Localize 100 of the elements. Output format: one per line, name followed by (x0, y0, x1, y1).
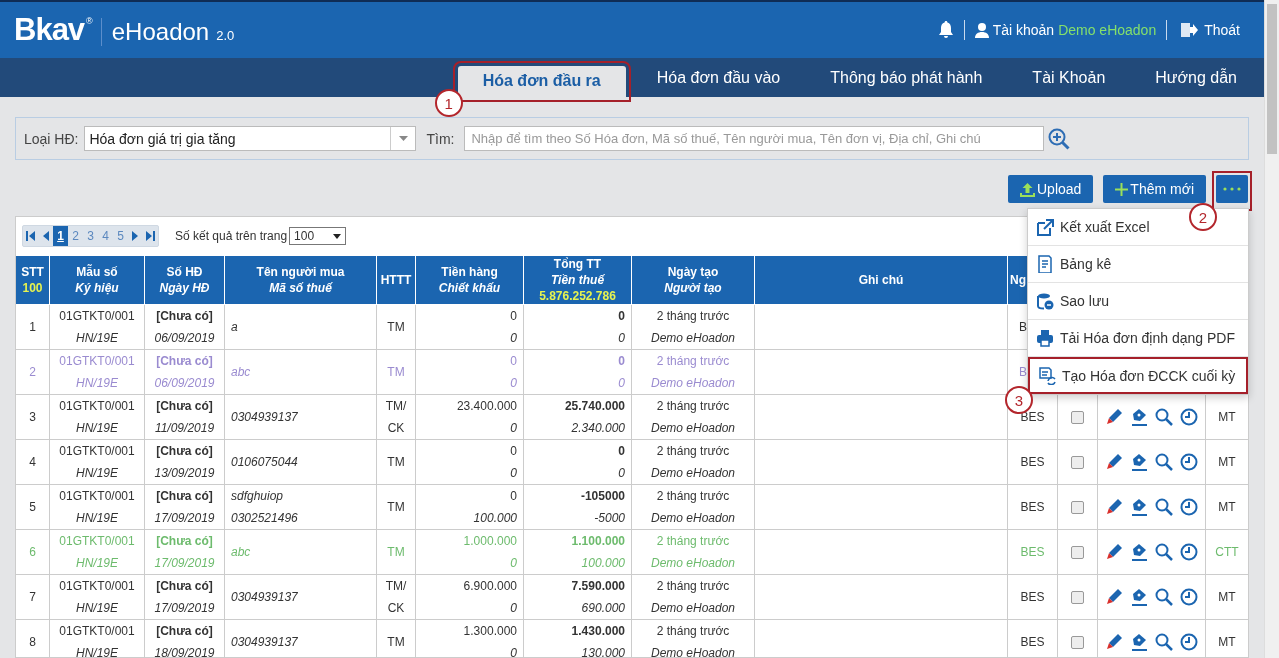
table-cell-text: 0304939137 (231, 409, 299, 426)
document-list-icon (1036, 255, 1054, 273)
product-name: eHoadon (111, 18, 210, 46)
table-cell-text: 690.000 (580, 600, 625, 617)
logout-link[interactable]: Thoát (1181, 22, 1240, 38)
table-cell-text: 01GTKT0/001 (58, 443, 136, 460)
table-cell-text: [Chưa có] (155, 398, 214, 415)
pencil-icon[interactable] (1105, 408, 1123, 426)
search-icon[interactable] (1155, 633, 1173, 651)
table-cell-text: 1.430.000 (570, 623, 625, 640)
table-cell-text: HN/19E (75, 375, 119, 392)
table-cell-text: 18/09/2019 (153, 645, 216, 657)
checkbox[interactable] (1071, 455, 1084, 469)
table-cell-text: HN/19E (75, 555, 119, 572)
column-total: 100 (21, 280, 44, 296)
search-icon[interactable] (1155, 408, 1173, 426)
pencil-icon[interactable] (1105, 498, 1123, 516)
next-page-icon[interactable] (131, 231, 140, 241)
scrollbar-thumb[interactable] (1267, 4, 1277, 154)
clock-icon[interactable] (1180, 498, 1198, 516)
table-cell-text: Demo eHoadon (649, 420, 737, 437)
table-cell-text: Demo eHoadon (649, 555, 737, 572)
table-cell-text: [Chưa có] (155, 578, 214, 595)
column-header: Tên người mua (255, 264, 346, 280)
search-icon[interactable] (1155, 498, 1173, 516)
checkbox[interactable] (1071, 500, 1084, 514)
table-cell-text: 01GTKT0/001 (58, 533, 136, 550)
table-cell-text: TM (386, 499, 406, 516)
bell-icon[interactable] (937, 21, 954, 39)
checkbox[interactable] (1071, 590, 1084, 604)
invoice-type-dropdown[interactable]: Hóa đơn giá trị gia tăng (84, 126, 417, 151)
pen-nib-icon[interactable] (1130, 408, 1148, 426)
table-cell-text: 0 (509, 375, 517, 392)
add-button[interactable]: Thêm mới (1103, 175, 1206, 203)
table-cell-text: Demo eHoadon (649, 645, 737, 657)
clock-icon[interactable] (1180, 543, 1198, 561)
clock-icon[interactable] (1180, 408, 1198, 426)
menu-item[interactable]: Tạo Hóa đơn ĐCCK cuối kỳ (1028, 357, 1248, 394)
menu-item[interactable]: Bảng kê (1028, 246, 1248, 283)
pencil-icon[interactable] (1105, 543, 1123, 561)
previous-page-icon[interactable] (41, 231, 50, 241)
table-cell-text: MT (1217, 634, 1237, 651)
account-name[interactable]: Demo eHoadon (1058, 22, 1157, 38)
table-cell-text: 0 (509, 353, 517, 370)
nav-tab[interactable]: Hóa đơn đầu vào (631, 62, 806, 93)
clock-icon[interactable] (1180, 453, 1198, 471)
table-cell-text: CTT (1214, 544, 1240, 561)
table-cell-text: TM (386, 454, 406, 471)
page-size-dropdown[interactable]: 100 (289, 227, 347, 245)
pencil-icon[interactable] (1105, 588, 1123, 606)
pen-nib-icon[interactable] (1130, 588, 1148, 606)
table-cell-text: 7 (28, 589, 37, 606)
table-cell-text: 1 (28, 319, 37, 336)
field-label: Tìm: (426, 130, 455, 147)
table-cell-text: HN/19E (75, 465, 119, 482)
table-cell-text: 0 (617, 465, 625, 482)
page-link[interactable]: 1 (53, 226, 68, 246)
table-cell-text: 06/09/2019 (153, 330, 216, 347)
pencil-icon[interactable] (1105, 453, 1123, 471)
menu-item[interactable]: Tải Hóa đơn định dạng PDF (1028, 320, 1248, 357)
checkbox[interactable] (1071, 635, 1084, 649)
search-icon[interactable] (1155, 453, 1173, 471)
upload-button[interactable]: Upload (1008, 175, 1094, 203)
table-cell-text: TM/ (384, 578, 408, 595)
table-cell-text: [Chưa có] (155, 488, 214, 505)
account-label[interactable]: Tài khoản (992, 22, 1055, 38)
table-cell-text: B (1019, 364, 1027, 381)
clock-icon[interactable] (1180, 588, 1198, 606)
nav-tab[interactable]: Thông báo phát hành (805, 62, 1008, 93)
pencil-icon[interactable] (1105, 633, 1123, 651)
last-page-icon[interactable] (146, 231, 155, 241)
nav-tab[interactable]: Hướng dẫn (1130, 62, 1262, 93)
menu-item[interactable]: Sao lưu (1028, 283, 1248, 320)
first-page-icon[interactable] (26, 231, 35, 241)
column-subheader: Ngày HĐ (158, 280, 211, 296)
table-cell-text: 01GTKT0/001 (58, 623, 136, 640)
search-icon[interactable] (1155, 588, 1173, 606)
scrollbar[interactable] (1264, 0, 1279, 658)
nav-tab[interactable]: Tài Khoản (1007, 62, 1131, 93)
column-header: STT (20, 264, 45, 280)
zoom-in-icon[interactable] (1048, 127, 1071, 150)
pen-nib-icon[interactable] (1130, 633, 1148, 651)
table-cell-text: 7.590.000 (570, 578, 625, 595)
table-cell-text: 0 (509, 443, 517, 460)
checkbox[interactable] (1071, 410, 1084, 424)
table-cell-text: 100.000 (580, 555, 625, 572)
clock-icon[interactable] (1180, 633, 1198, 651)
column-header: HTTT (380, 272, 412, 288)
more-icon (1223, 187, 1241, 191)
table-cell-text: 0106075044 (231, 454, 299, 471)
pen-nib-icon[interactable] (1130, 498, 1148, 516)
checkbox[interactable] (1071, 545, 1084, 559)
table-cell-text: TM (386, 364, 406, 381)
search-field[interactable]: Nhập để tìm theo Số Hóa đơn, Mã số thuế, Tên người mua, Tên đơn vị, Địa chỉ, Ghi chú (464, 126, 1045, 151)
column-subheader: Chiết khấu (437, 280, 502, 296)
table-cell-text: 6.900.000 (462, 578, 517, 595)
pen-nib-icon[interactable] (1130, 543, 1148, 561)
search-icon[interactable] (1155, 543, 1173, 561)
table-cell-text: HN/19E (75, 420, 119, 437)
pen-nib-icon[interactable] (1130, 453, 1148, 471)
